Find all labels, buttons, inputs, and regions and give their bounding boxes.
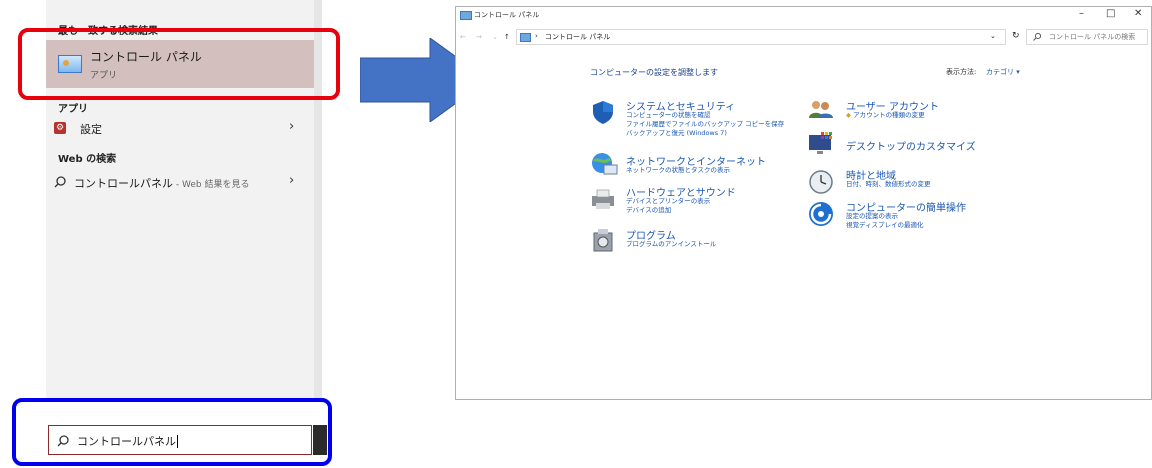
web-search-heading: Web の検索 [58, 154, 117, 165]
address-separator: › [535, 32, 538, 40]
user-accounts-icon [809, 101, 833, 118]
search-icon [1033, 33, 1041, 41]
page-heading: コンピューターの設定を調整します [590, 68, 718, 77]
maximize-button[interactable]: □ [1106, 8, 1115, 19]
link-check-status[interactable]: コンピューターの状態を確認 [626, 111, 711, 120]
address-path: コントロール パネル [545, 33, 611, 41]
address-cp-icon [520, 33, 531, 42]
shield-icon [593, 101, 613, 124]
link-file-history[interactable]: ファイル履歴でファイルのバックアップ コピーを保存 [626, 120, 784, 129]
clock-icon [809, 170, 833, 194]
window-search-input[interactable]: コントロール パネルの検索 [1026, 29, 1148, 45]
link-optimize-display[interactable]: 視覚ディスプレイの最適化 [846, 221, 924, 230]
window-app-icon [460, 11, 472, 20]
chevron-right-icon: › [289, 173, 295, 188]
link-change-account-type[interactable]: ◆ アカウントの種類の変更 [846, 111, 925, 120]
link-add-device[interactable]: デバイスの追加 [626, 206, 671, 215]
address-dropdown-icon[interactable]: ⌄ [990, 32, 996, 40]
programs-icon [593, 229, 613, 252]
ease-of-access-icon [809, 202, 833, 226]
view-by-dropdown[interactable]: カテゴリ ▾ [986, 67, 1020, 77]
web-result-suffix: - Web 結果を見る [173, 180, 250, 190]
desktop-customization-icon [809, 132, 832, 154]
up-button[interactable]: ↑ [504, 33, 510, 41]
apps-heading: アプリ [58, 104, 88, 115]
refresh-icon[interactable]: ↻ [1012, 31, 1020, 41]
view-by-label: 表示方法: [946, 68, 977, 76]
search-icon [54, 176, 66, 188]
settings-label: 設定 [80, 123, 102, 136]
web-result-label: コントロールパネル [74, 177, 173, 190]
link-uninstall-program[interactable]: プログラムのアンインストール [626, 240, 716, 249]
close-button[interactable]: ✕ [1134, 8, 1142, 19]
back-button[interactable]: ← [460, 33, 466, 41]
search-placeholder: コントロール パネルの検索 [1049, 33, 1136, 41]
link-backup-restore[interactable]: バックアップと復元 (Windows 7) [626, 129, 727, 138]
gear-icon: ⚙ [54, 122, 66, 134]
window-title: コントロール パネル [474, 11, 540, 19]
uac-shield-icon: ◆ [846, 111, 851, 119]
link-suggested-settings[interactable]: 設定の提案の表示 [846, 212, 898, 221]
forward-button[interactable]: → [476, 33, 482, 41]
red-highlight-box [18, 28, 340, 100]
change-account-type-text: アカウントの種類の変更 [853, 111, 925, 119]
network-globe-icon [592, 153, 618, 175]
web-result-item[interactable]: コントロールパネル - Web 結果を見る › [46, 170, 314, 194]
link-devices-printers[interactable]: デバイスとプリンターの表示 [626, 197, 710, 206]
control-panel-window: コントロール パネル – □ ✕ ← → ⌄ ↑ › コントロール パネル ⌄ … [455, 6, 1152, 400]
recent-dropdown-button[interactable]: ⌄ [492, 33, 498, 41]
chevron-right-icon: › [289, 119, 295, 134]
minimize-button[interactable]: – [1079, 8, 1084, 19]
apps-item-settings[interactable]: ⚙ 設定 › [46, 116, 314, 140]
link-date-time-format[interactable]: 日付、時刻、数値形式の変更 [846, 180, 931, 189]
link-network-status[interactable]: ネットワークの状態とタスクの表示 [626, 166, 730, 175]
category-desktop-customization[interactable]: デスクトップのカスタマイズ [846, 138, 976, 153]
address-bar[interactable]: › コントロール パネル ⌄ [516, 29, 1006, 45]
printer-icon [592, 189, 614, 209]
blue-highlight-box [12, 398, 332, 466]
web-result-text: コントロールパネル - Web 結果を見る [74, 175, 249, 191]
